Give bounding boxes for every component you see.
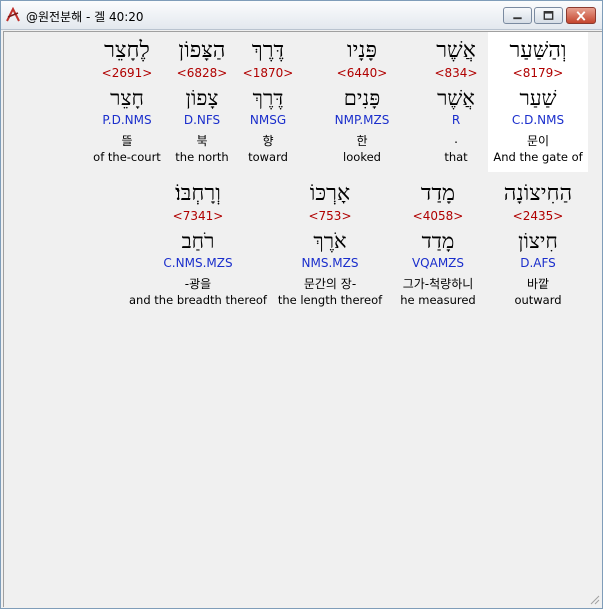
hebrew-word: הַצָּפוֹן: [178, 38, 226, 63]
parsing-code: D.NFS: [183, 113, 221, 127]
lemma: פָּנִים: [343, 86, 381, 110]
word-cell[interactable]: מָדַד <4058> מָדַד VQAMZS 그가-척량하니 he mea…: [388, 175, 488, 315]
english-gloss: of the-court: [93, 150, 161, 164]
strong-number[interactable]: <6828>: [168, 66, 236, 80]
strong-number[interactable]: <2691>: [92, 66, 162, 80]
parsing-code: NMP.MZS: [334, 113, 390, 127]
korean-gloss: 뜰: [121, 134, 133, 148]
english-gloss: the length thereof: [277, 293, 383, 307]
parsing-code: D.AFS: [520, 256, 556, 270]
word-cell[interactable]: פָּנָיו <6440> פָּנִים NMP.MZS 한 looked: [312, 32, 412, 172]
korean-gloss: 바깥: [526, 277, 550, 291]
english-gloss: looked: [343, 150, 381, 164]
parsing-code: C.NMS.MZS: [163, 256, 233, 270]
parsing-code: NMSG: [249, 113, 287, 127]
strong-number[interactable]: <1870>: [236, 66, 300, 80]
english-gloss: the north: [175, 150, 229, 164]
lemma: אֹרֶךְ: [313, 229, 347, 253]
interlinear-view: וְהַשַּׁעַר <8179> שַׁעַר C.D.NMS 문이 And…: [3, 31, 602, 607]
hebrew-word: הַחִיצוֹנָה: [503, 181, 573, 206]
minimize-button[interactable]: [503, 7, 532, 24]
strong-number[interactable]: <6440>: [312, 66, 412, 80]
parsing-code: R: [451, 113, 461, 127]
english-gloss: toward: [248, 150, 288, 164]
lemma: דֶּרֶךְ: [252, 86, 284, 110]
hebrew-word: פָּנָיו: [346, 38, 378, 63]
parsing-code: NMS.MZS: [301, 256, 359, 270]
strong-number[interactable]: <4058>: [388, 209, 488, 223]
english-gloss: he measured: [400, 293, 476, 307]
maximize-button[interactable]: [534, 7, 563, 24]
korean-gloss: 향: [262, 134, 274, 148]
lemma: רֹחַב: [181, 229, 215, 253]
lemma: חִיצוֹן: [518, 229, 558, 253]
strong-number[interactable]: <834>: [406, 66, 506, 80]
hebrew-word: מָדַד: [420, 181, 456, 206]
parsing-code: P.D.NMS: [102, 113, 152, 127]
verse-row-1: וְהַשַּׁעַר <8179> שַׁעַר C.D.NMS 문이 And…: [4, 32, 602, 172]
english-gloss: outward: [514, 293, 562, 307]
app-icon: [6, 7, 20, 22]
close-icon: [576, 11, 586, 21]
word-cell[interactable]: דֶּרֶךְ <1870> דֶּרֶךְ NMSG 향 toward: [236, 32, 300, 172]
hebrew-word: אָרְכּוֹ: [309, 181, 351, 206]
korean-gloss: 그가-척량하니: [402, 277, 474, 291]
lemma: חָצֵר: [110, 86, 144, 110]
window-title: @원전분해 - 겔 40:20: [26, 10, 144, 24]
korean-gloss: 문간의 장-: [303, 277, 357, 291]
resize-grip-icon[interactable]: [588, 593, 600, 605]
lemma: צָפוֹן: [185, 86, 219, 110]
word-cell[interactable]: הַחִיצוֹנָה <2435> חִיצוֹן D.AFS 바깥 outw…: [488, 175, 588, 315]
verse-row-2: הַחִיצוֹנָה <2435> חִיצוֹן D.AFS 바깥 outw…: [4, 175, 602, 315]
english-gloss: that: [444, 150, 468, 164]
close-button[interactable]: [566, 7, 596, 24]
korean-gloss: 한: [356, 134, 368, 148]
maximize-icon: [543, 11, 554, 20]
strong-number[interactable]: <7341>: [128, 209, 268, 223]
hebrew-word: לֶחָצֵר: [104, 38, 150, 63]
word-cell[interactable]: לֶחָצֵר <2691> חָצֵר P.D.NMS 뜰 of the-co…: [92, 32, 162, 172]
hebrew-word: אֲשֶׁר: [436, 38, 476, 63]
strong-number[interactable]: <753>: [274, 209, 386, 223]
lemma: אֲשֶׁר: [437, 86, 475, 110]
hebrew-word: דֶּרֶךְ: [251, 38, 285, 63]
word-cell[interactable]: הַצָּפוֹן <6828> צָפוֹן D.NFS 북 the nort…: [168, 32, 236, 172]
hebrew-word: וְרָחְבּוֹ׃: [175, 181, 221, 206]
minimize-icon: [513, 17, 522, 20]
korean-gloss: -광을: [184, 277, 212, 291]
english-gloss: and the breadth thereof: [129, 293, 267, 307]
korean-gloss: 북: [196, 134, 208, 148]
word-cell[interactable]: אֲשֶׁר <834> אֲשֶׁר R . that: [406, 32, 506, 172]
parsing-code: VQAMZS: [411, 256, 465, 270]
strong-number[interactable]: <2435>: [488, 209, 588, 223]
word-cell[interactable]: וְרָחְבּוֹ׃ <7341> רֹחַב C.NMS.MZS -광을 a…: [128, 175, 268, 315]
lemma: מָדַד: [421, 229, 455, 253]
word-cell[interactable]: אָרְכּוֹ <753> אֹרֶךְ NMS.MZS 문간의 장- the…: [274, 175, 386, 315]
app-window: @원전분해 - 겔 40:20 וְהַשַּׁעַר <8179> שַׁעַ…: [0, 0, 603, 609]
korean-gloss: .: [454, 132, 458, 146]
title-bar[interactable]: @원전분해 - 겔 40:20: [1, 1, 602, 30]
